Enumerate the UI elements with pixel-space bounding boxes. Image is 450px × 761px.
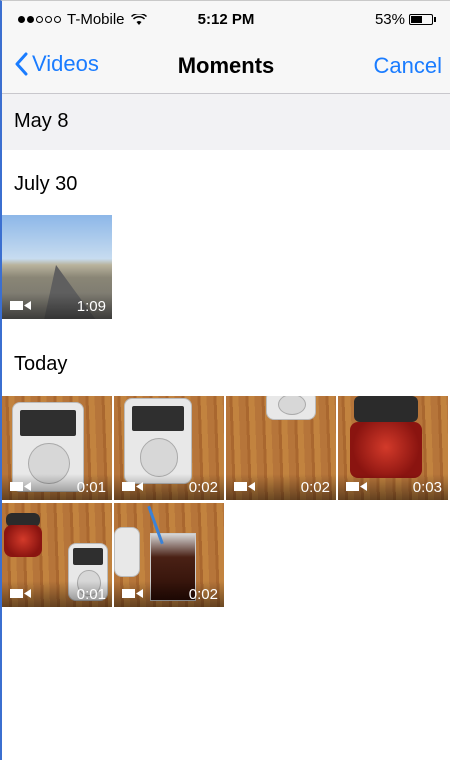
navigation-bar: Videos Moments Cancel	[2, 41, 450, 94]
video-camera-icon	[10, 301, 31, 310]
video-duration: 1:09	[76, 298, 106, 315]
section-title-july-30[interactable]: July 30	[14, 173, 77, 196]
video-duration: 0:03	[412, 479, 442, 496]
video-thumbnail[interactable]: 0:01	[2, 503, 112, 607]
video-thumbnail[interactable]: 0:02	[226, 396, 336, 500]
video-thumbnail[interactable]: 0:02	[114, 396, 224, 500]
battery-icon	[409, 14, 433, 25]
video-duration: 0:01	[76, 479, 106, 496]
video-camera-icon	[10, 589, 31, 598]
status-bar: T-Mobile 5:12 PM 53%	[2, 1, 450, 41]
cancel-button[interactable]: Cancel	[374, 53, 442, 79]
video-thumbnail[interactable]: 0:02	[114, 503, 224, 607]
video-duration: 0:01	[76, 586, 106, 603]
video-camera-icon	[10, 482, 31, 491]
battery-indicator: 53%	[375, 11, 436, 28]
video-thumbnail[interactable]: 0:03	[338, 396, 448, 500]
video-duration: 0:02	[188, 479, 218, 496]
video-duration: 0:02	[300, 479, 330, 496]
video-camera-icon	[234, 482, 255, 491]
video-duration: 0:02	[188, 586, 218, 603]
video-thumbnail[interactable]: 0:01	[2, 396, 112, 500]
video-thumbnail[interactable]: 1:09	[2, 215, 112, 319]
section-title-today[interactable]: Today	[14, 353, 67, 376]
video-camera-icon	[346, 482, 367, 491]
section-title: May 8	[14, 110, 69, 132]
screen: T-Mobile 5:12 PM 53% Videos Moments Canc…	[0, 0, 450, 760]
section-header-may-8[interactable]: May 8	[2, 94, 450, 150]
video-camera-icon	[122, 482, 143, 491]
video-camera-icon	[122, 589, 143, 598]
battery-percent: 53%	[374, 11, 405, 28]
